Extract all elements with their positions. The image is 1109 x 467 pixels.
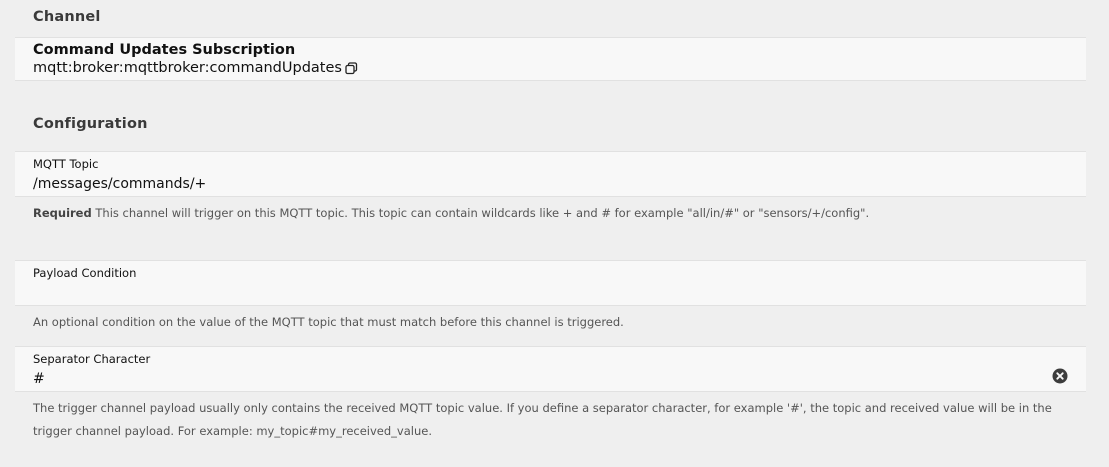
payload-condition-help: An optional condition on the value of th… — [33, 315, 624, 329]
channel-uid-line: mqtt:broker:mqttbroker:commandUpdates — [33, 60, 358, 76]
mqtt-topic-field[interactable]: MQTT Topic — [15, 151, 1086, 197]
clear-icon[interactable] — [1052, 368, 1068, 384]
separator-character-help: The trigger channel payload usually only… — [33, 401, 1052, 438]
required-tag: Required — [33, 206, 92, 220]
configuration-section-title: Configuration — [33, 116, 148, 132]
mqtt-topic-input[interactable] — [33, 174, 1023, 194]
channel-name: Command Updates Subscription — [33, 42, 296, 58]
separator-character-input[interactable] — [33, 369, 983, 389]
channel-uid: mqtt:broker:mqttbroker:commandUpdates — [33, 60, 342, 76]
channel-config-page: Channel Command Updates Subscription mqt… — [0, 0, 1109, 467]
payload-condition-field[interactable]: Payload Condition — [15, 260, 1086, 306]
copy-icon[interactable] — [345, 62, 358, 75]
mqtt-topic-help-text: This channel will trigger on this MQTT t… — [91, 206, 870, 220]
separator-character-label: Separator Character — [33, 352, 151, 366]
separator-character-field[interactable]: Separator Character — [15, 346, 1086, 392]
mqtt-topic-help: Required This channel will trigger on th… — [33, 202, 1083, 225]
channel-info-row: Command Updates Subscription mqtt:broker… — [15, 37, 1086, 81]
payload-condition-label: Payload Condition — [33, 266, 137, 280]
channel-section-title: Channel — [33, 9, 101, 25]
mqtt-topic-label: MQTT Topic — [33, 157, 99, 171]
payload-condition-input[interactable] — [33, 283, 1023, 303]
